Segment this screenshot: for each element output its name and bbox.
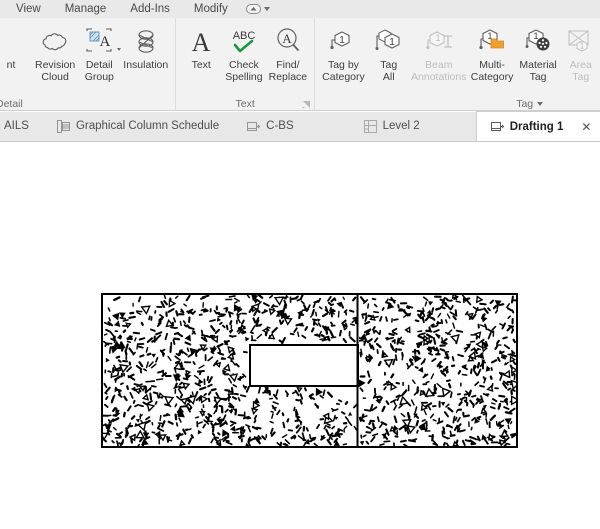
- ribbon-button-material-tag[interactable]: 1 Material Tag: [516, 22, 559, 83]
- view-tab-label: Drafting 1: [509, 120, 564, 133]
- menu-item-manage[interactable]: Manage: [53, 0, 119, 18]
- view-tab-level-2[interactable]: Level 2: [350, 111, 434, 141]
- multi-category-icon: 1: [477, 24, 507, 58]
- close-icon[interactable]: ✕: [581, 121, 591, 133]
- ribbon-button-insulation[interactable]: Insulation: [120, 22, 171, 72]
- ribbon-button-label: Multi- Category: [470, 59, 514, 83]
- ribbon-button-multi-category[interactable]: 1 Multi- Category: [468, 22, 517, 83]
- view-tab-label: Graphical Column Schedule: [75, 120, 220, 132]
- tag-all-icon: 1: [374, 24, 404, 58]
- ribbon-button-area-tag: 1 Area Tag: [560, 22, 600, 83]
- view-tab-drafting-1[interactable]: Drafting 1 ✕: [475, 111, 600, 141]
- svg-text:A: A: [192, 28, 211, 55]
- ribbon-panel-detail: nt Revision Cloud A Detail Group Insulat…: [0, 18, 175, 111]
- beam-annotations-icon: 1: [424, 24, 454, 58]
- ribbon-button-text[interactable]: A Text: [180, 22, 222, 72]
- chevron-down-icon[interactable]: [537, 102, 544, 106]
- svg-text:1: 1: [579, 42, 584, 51]
- ribbon-button-label: nt: [6, 59, 16, 71]
- ribbon-button-label: Beam Annotations: [411, 59, 467, 83]
- floor-plan-icon: [363, 119, 377, 133]
- chevron-down-icon[interactable]: [263, 7, 270, 11]
- ribbon-button-beam-annotations: 1 Beam Annotations: [410, 22, 468, 83]
- ribbon-button-label: Detail Group: [84, 59, 114, 83]
- revit-application-window: View Manage Add-Ins Modify nt Revision C…: [0, 0, 600, 529]
- ribbon-display-options[interactable]: [245, 4, 270, 14]
- ribbon-button-component[interactable]: nt: [0, 22, 32, 72]
- ribbon-button-check-spelling[interactable]: ABC Check Spelling: [222, 22, 265, 83]
- inner-rectangle[interactable]: [249, 344, 359, 387]
- ribbon-button-label: Find/ Replace: [268, 59, 308, 83]
- concrete-detail-svg: [101, 293, 518, 448]
- menu-item-view[interactable]: View: [0, 0, 53, 18]
- svg-text:A: A: [282, 31, 292, 46]
- ribbon: nt Revision Cloud A Detail Group Insulat…: [0, 18, 600, 111]
- ribbon-button-label: Tag All: [380, 59, 398, 83]
- insulation-icon: [131, 24, 161, 58]
- ribbon-button-tag-all[interactable]: 1 Tag All: [368, 22, 410, 83]
- chevron-down-icon[interactable]: [117, 48, 122, 51]
- drawing-canvas[interactable]: [0, 142, 600, 529]
- menu-bar: View Manage Add-Ins Modify: [0, 0, 600, 18]
- view-tab-graphical-column-schedule[interactable]: Graphical Column Schedule: [43, 111, 233, 141]
- ribbon-button-tag-by-category[interactable]: 1 Tag by Category: [319, 22, 368, 83]
- ribbon-panel-label-text: Text: [235, 98, 255, 110]
- component-icon: [0, 24, 26, 58]
- ribbon-button-find-replace[interactable]: A Find/ Replace: [266, 22, 311, 83]
- text-panel-dialog-launcher[interactable]: [302, 100, 311, 109]
- ribbon-minimize-icon[interactable]: [245, 4, 261, 14]
- view-tab-details[interactable]: AILS: [0, 111, 43, 141]
- check-spelling-icon: ABC: [229, 24, 259, 58]
- drafting-view-icon: [247, 121, 261, 131]
- drafting-view-icon: [490, 122, 504, 131]
- ribbon-button-label: Revision Cloud: [35, 59, 76, 83]
- svg-text:1: 1: [435, 33, 440, 43]
- area-tag-icon: 1: [566, 24, 596, 58]
- view-tab-c-bs[interactable]: C-BS: [233, 111, 307, 141]
- ribbon-button-detail-group[interactable]: A Detail Group: [78, 22, 122, 83]
- ribbon-button-label: Insulation: [123, 59, 169, 71]
- ribbon-panels: nt Revision Cloud A Detail Group Insulat…: [0, 18, 600, 111]
- revision-cloud-icon: [39, 24, 71, 58]
- view-tab-label: C-BS: [266, 120, 294, 132]
- schedule-icon: [56, 119, 70, 133]
- menu-item-modify[interactable]: Modify: [182, 0, 240, 18]
- ribbon-button-label: Material Tag: [519, 59, 557, 83]
- tag-by-category-icon: 1: [328, 24, 358, 58]
- ribbon-button-label: Check Spelling: [225, 59, 263, 83]
- ribbon-button-label: Tag by Category: [322, 59, 365, 83]
- ribbon-panel-text: A Text ABC Check Spelling A Find/ Replac…: [175, 18, 314, 111]
- svg-text:1: 1: [534, 31, 539, 41]
- menu-item-add-ins[interactable]: Add-Ins: [118, 0, 182, 18]
- concrete-detail-drawing[interactable]: [101, 293, 519, 449]
- svg-text:1: 1: [340, 35, 346, 46]
- ribbon-panel-label-tag[interactable]: Tag: [315, 98, 600, 110]
- ribbon-button-revision-cloud[interactable]: Revision Cloud: [32, 22, 78, 83]
- concrete-hatch-right: [359, 295, 517, 447]
- view-tab-label: AILS: [4, 120, 29, 132]
- view-tab-bar: AILS Graphical Column Schedule C-BS Leve…: [0, 111, 600, 142]
- ribbon-panel-tag: 1 Tag by Category 1 Tag All 1 Beam Annot…: [314, 18, 600, 111]
- svg-text:A: A: [100, 34, 111, 50]
- ribbon-panel-label-detail: Detail: [0, 98, 23, 110]
- ribbon-panel-label-tag-text: Tag: [516, 98, 534, 110]
- svg-text:1: 1: [389, 37, 395, 48]
- detail-group-icon: A: [84, 24, 114, 58]
- find-replace-icon: A: [273, 24, 303, 58]
- text-a-icon: A: [187, 24, 215, 58]
- ribbon-button-label: Area Tag: [569, 59, 592, 83]
- material-tag-icon: 1: [523, 24, 553, 58]
- ribbon-button-label: Text: [191, 59, 211, 71]
- view-tab-label: Level 2: [382, 120, 420, 132]
